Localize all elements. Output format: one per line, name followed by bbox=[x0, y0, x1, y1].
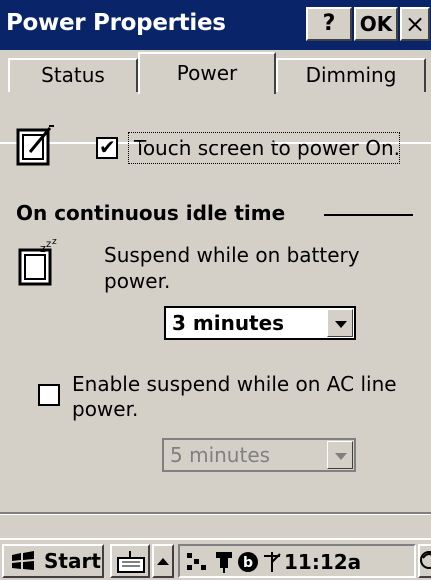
keyboard-icon bbox=[117, 551, 145, 573]
battery-suspend-value: 3 minutes bbox=[172, 311, 285, 335]
battery-suspend-dropdown[interactable]: 3 minutes bbox=[164, 306, 356, 340]
tab-strip: Status Power Dimming bbox=[0, 50, 431, 144]
touch-screen-icon bbox=[16, 125, 54, 166]
desktop-button[interactable] bbox=[418, 544, 431, 578]
ac-suspend-label-line1[interactable]: Enable suspend while on AC line bbox=[72, 372, 397, 396]
desktop-icon bbox=[420, 551, 431, 569]
windows-flag-icon bbox=[12, 551, 34, 570]
antenna-icon[interactable] bbox=[260, 550, 284, 574]
power-plug-icon[interactable] bbox=[212, 550, 238, 574]
touch-power-on-label[interactable]: Touch screen to power On. bbox=[134, 136, 400, 160]
help-button[interactable]: ? bbox=[306, 7, 352, 41]
clock[interactable]: 11:12a bbox=[284, 547, 361, 577]
chevron-down-icon[interactable] bbox=[327, 309, 353, 337]
ac-suspend-checkbox[interactable] bbox=[38, 384, 60, 406]
idle-section-title: On continuous idle time bbox=[16, 201, 286, 225]
window-title: Power Properties bbox=[6, 10, 226, 36]
keyboard-button[interactable] bbox=[110, 544, 150, 578]
taskbar: Start b 11:12a bbox=[0, 538, 431, 580]
start-button[interactable]: Start bbox=[2, 544, 104, 578]
checkmark-icon: ✔ bbox=[99, 135, 116, 159]
start-label: Start bbox=[44, 549, 101, 573]
ok-button[interactable]: OK bbox=[354, 7, 398, 41]
svg-text:z: z bbox=[52, 238, 57, 247]
tab-dimming[interactable]: Dimming bbox=[276, 58, 426, 92]
network-icon[interactable] bbox=[184, 550, 210, 574]
ac-suspend-dropdown: 5 minutes bbox=[162, 438, 356, 472]
close-button[interactable]: × bbox=[400, 7, 430, 41]
ac-suspend-value: 5 minutes bbox=[170, 443, 271, 467]
suspend-battery-icon: z z z bbox=[18, 238, 57, 286]
sync-icon[interactable]: b bbox=[236, 550, 260, 574]
battery-suspend-label-line1: Suspend while on battery bbox=[104, 243, 360, 267]
battery-suspend-label-line2: power. bbox=[104, 269, 171, 293]
chevron-down-icon bbox=[327, 441, 353, 469]
touch-power-on-checkbox[interactable]: ✔ bbox=[96, 135, 118, 159]
power-tab-panel: ✔ Touch screen to power On. On continuou… bbox=[0, 94, 431, 512]
section-rule bbox=[324, 214, 413, 216]
system-tray: b 11:12a bbox=[178, 544, 416, 578]
input-method-arrow-button[interactable] bbox=[152, 544, 174, 578]
svg-text:b: b bbox=[243, 555, 253, 571]
tab-status[interactable]: Status bbox=[8, 58, 138, 92]
panel-divider-highlight bbox=[0, 514, 431, 515]
title-bar: Power Properties ? OK × bbox=[0, 0, 431, 50]
svg-text:z: z bbox=[46, 239, 51, 250]
tab-power[interactable]: Power bbox=[138, 52, 276, 94]
ac-suspend-label-line2[interactable]: power. bbox=[72, 397, 138, 421]
active-tab-gap bbox=[140, 142, 274, 144]
